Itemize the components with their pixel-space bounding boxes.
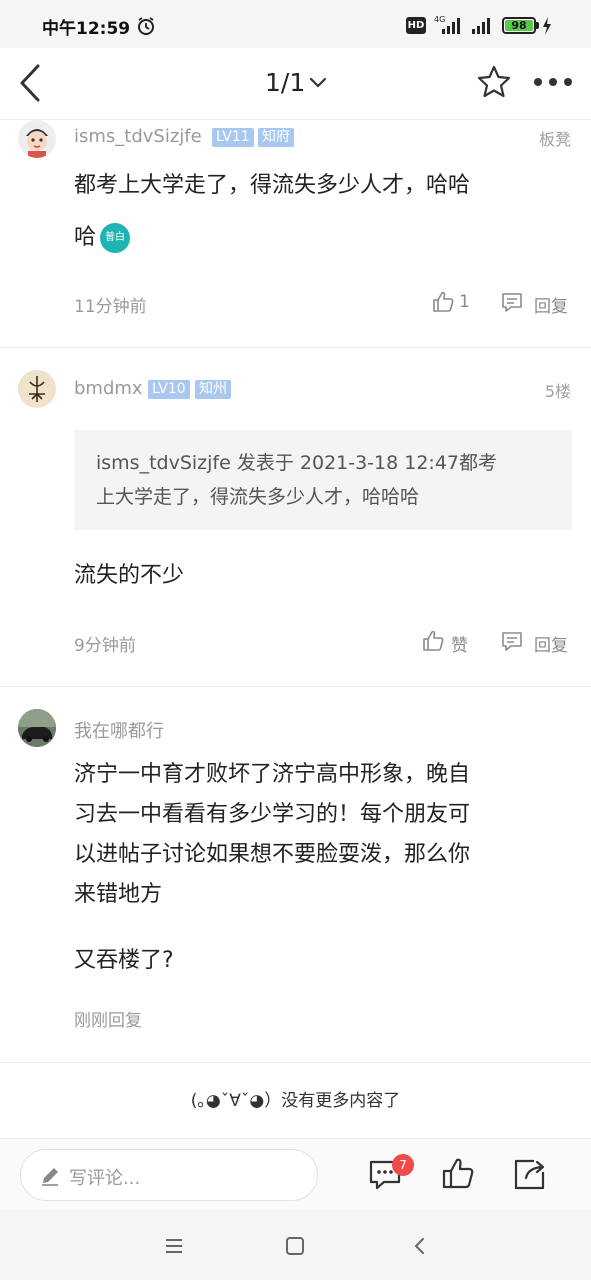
menu-icon[interactable] [162,1234,186,1258]
username[interactable]: bmdmx [74,378,143,399]
comment-line: 来错地方 [74,882,163,907]
emoji-label: 普白 [105,232,126,243]
divider [0,686,591,687]
favorite-star-icon[interactable] [476,64,512,100]
avatar[interactable] [18,120,56,158]
level-tag: LV10 [148,380,190,399]
reply-icon[interactable] [500,629,524,653]
reply-button[interactable]: 回复 [534,292,568,317]
comment-line: 哈普白 [74,216,470,259]
alarm-icon [138,17,154,35]
back-icon[interactable] [408,1234,432,1258]
comment-line-text: 哈 [74,225,97,250]
title-tag: 知州 [195,380,231,399]
comment-text: 济宁一中育才败坏了济宁高中形象，晚自 习去一中看看有多少学习的！每个朋友可 以进… [74,755,470,981]
signal-icon [472,18,490,34]
floor-label: 5楼 [544,382,571,401]
comment-text: 流失的不少 [74,563,185,588]
bottom-action-bar: 写评论... 7 [0,1138,591,1210]
floor-label: 板凳 [538,130,571,149]
share-icon[interactable] [512,1156,548,1192]
thumbs-up-icon[interactable] [421,629,445,653]
divider [0,1062,591,1063]
quote-line: isms_tdvSizjfe 发表于 2021-3-18 12:47都考 [96,452,498,474]
title-tag: 知府 [258,128,294,147]
thumbs-up-icon[interactable] [431,290,455,314]
status-time: 中午12:59 [42,19,131,39]
more-options-icon[interactable] [532,76,574,88]
thumbs-up-icon[interactable] [440,1156,476,1192]
quote-line: 上大学走了，得流失多少人才，哈哈哈 [96,486,420,508]
username[interactable]: isms_tdvSizjfe [74,126,202,147]
like-count[interactable]: 1 [459,292,470,312]
comment-line: 又吞楼了? [74,948,174,973]
home-icon[interactable] [283,1234,307,1258]
comment-time: 11分钟前 [74,297,147,317]
top-nav: 1/1 [0,48,591,120]
divider [0,347,591,348]
svg-text:4G: 4G [434,15,445,24]
emoji-sticker-icon: 普白 [100,223,131,253]
battery-icon: 98 [502,17,536,34]
comment-placeholder: 写评论... [69,1168,141,1189]
battery-cap [536,22,539,29]
hd-icon: HD [406,17,426,34]
comment-time: 9分钟前 [74,636,136,656]
reply-button[interactable]: 回复 [534,631,568,656]
charging-bolt-icon [543,17,551,35]
status-bar: 中午12:59 HD 4G 98 [0,0,591,48]
comment-line: 以进帖子讨论如果想不要脸耍泼，那么你 [74,842,471,867]
comment-input[interactable]: 写评论... [20,1149,318,1201]
like-button[interactable]: 赞 [451,631,468,656]
pencil-icon [42,1168,58,1186]
username[interactable]: 我在哪都行 [74,717,164,743]
comment-time: 刚刚回复 [74,1011,142,1031]
back-arrow-icon[interactable] [14,60,48,106]
comment-text: 都考上大学走了，得流失多少人才，哈哈 哈普白 [74,164,470,259]
level-tag: LV11 [212,128,254,147]
signal-4g-icon: 4G [434,15,460,34]
comment-line: 都考上大学走了，得流失多少人才，哈哈 [74,173,471,198]
chevron-down-icon[interactable] [308,76,328,90]
battery-level: 98 [505,20,533,32]
comment-count-badge: 7 [392,1154,414,1176]
quoted-comment[interactable]: isms_tdvSizjfe 发表于 2021-3-18 12:47都考 上大学… [74,430,572,530]
system-nav-bar [0,1210,591,1280]
page-indicator[interactable]: 1/1 [265,68,305,97]
avatar[interactable] [18,370,56,408]
comment-line: 济宁一中育才败坏了济宁高中形象，晚自 [74,762,471,787]
avatar[interactable] [18,709,56,747]
end-of-list-text: (｡◕ˇ∀ˇ◕）没有更多内容了 [190,1091,401,1111]
comment-line: 习去一中看看有多少学习的！每个朋友可 [74,802,471,827]
reply-icon[interactable] [500,290,524,314]
